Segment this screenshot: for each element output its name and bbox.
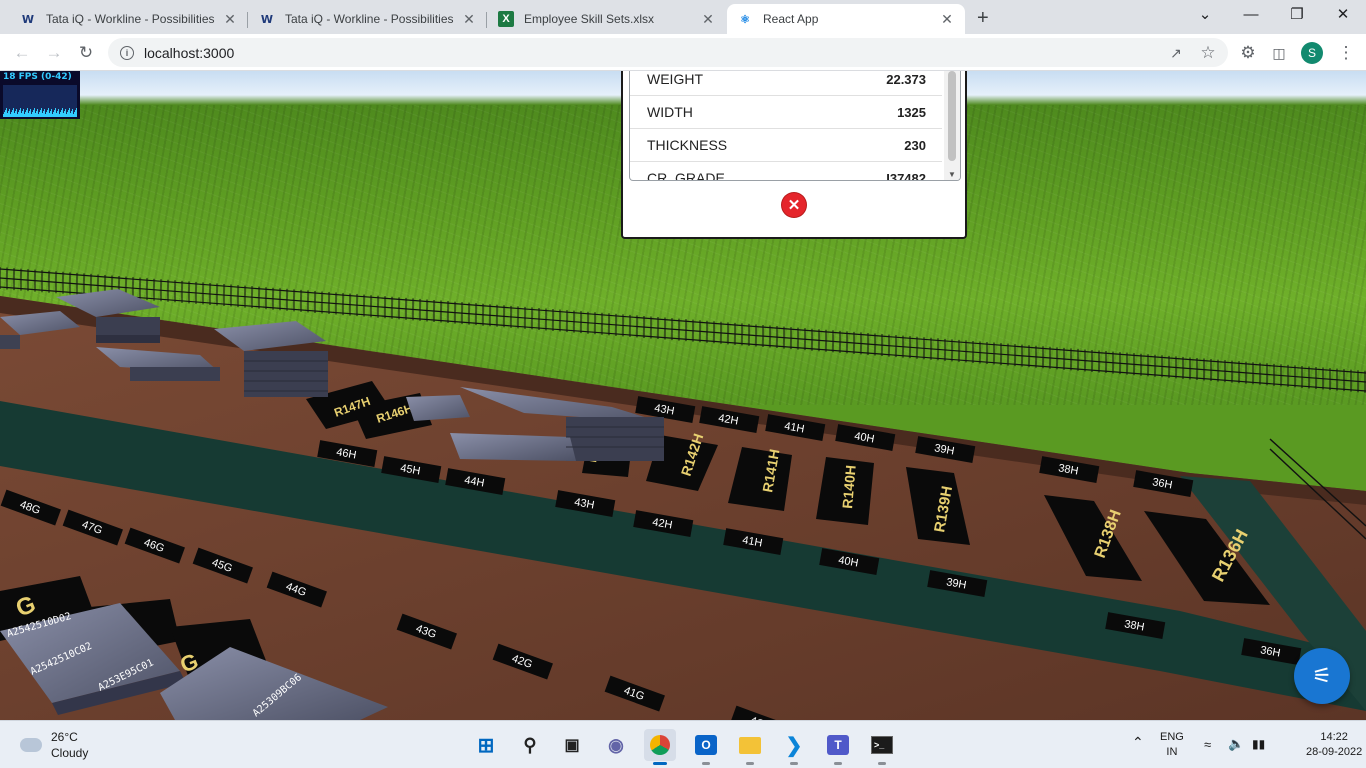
- minimize-button[interactable]: —: [1228, 4, 1274, 28]
- volume-icon[interactable]: 🔈: [1228, 736, 1244, 751]
- info-label: WEIGHT: [647, 71, 703, 87]
- browser-toolbar: ← → ↻ i localhost:3000 ↗ ☆ ⚙ ◫ S ⋮: [0, 34, 1366, 71]
- excel-icon: X: [498, 11, 514, 27]
- side-panel-icon[interactable]: ◫: [1267, 41, 1291, 65]
- share-icon[interactable]: ↗: [1164, 41, 1188, 65]
- tab-title: Tata iQ - Workline - Possibilities l: [46, 12, 216, 26]
- reload-icon[interactable]: ↻: [74, 41, 98, 65]
- workline-icon: W: [260, 12, 274, 26]
- tab-react-app[interactable]: ⚛ React App ✕: [727, 4, 965, 34]
- outlook-icon[interactable]: O: [690, 729, 722, 765]
- tab-search-button[interactable]: ⌄: [1182, 4, 1228, 28]
- browser-tab-strip: W Tata iQ - Workline - Possibilities l ✕…: [0, 0, 1366, 34]
- info-row-weight: WEIGHT 22.373: [630, 71, 942, 96]
- menu-kebab-icon[interactable]: ⋮: [1334, 41, 1358, 65]
- info-row-cr-grade: CR_GRADE I37482: [630, 162, 942, 181]
- tab-title: Employee Skill Sets.xlsx: [524, 12, 655, 26]
- forward-icon[interactable]: →: [42, 41, 66, 65]
- maximize-button[interactable]: ❐: [1274, 4, 1320, 28]
- chat-icon[interactable]: ◉: [600, 729, 632, 761]
- vscode-icon[interactable]: ❯: [778, 729, 810, 765]
- task-view-icon[interactable]: ▣: [556, 729, 588, 761]
- language-line-2: IN: [1166, 746, 1178, 758]
- close-icon[interactable]: ✕: [461, 11, 477, 28]
- workline-icon: W: [21, 12, 35, 26]
- scroll-down-arrow-icon[interactable]: ▼: [948, 170, 956, 179]
- info-label: WIDTH: [647, 104, 693, 120]
- start-icon[interactable]: ⊞: [470, 729, 502, 761]
- language-line-1: ENG: [1160, 731, 1184, 743]
- weather-widget[interactable]: 26°C Cloudy: [20, 729, 88, 761]
- close-icon[interactable]: ✕: [939, 11, 955, 28]
- tab-workline-1[interactable]: W Tata iQ - Workline - Possibilities l ✕: [10, 4, 248, 34]
- bookmark-star-icon[interactable]: ☆: [1196, 41, 1220, 65]
- slab-info-table[interactable]: WEIGHT 22.373 WIDTH 1325 THICKNESS 230 C…: [629, 71, 961, 181]
- clock-time: 14:22: [1320, 731, 1348, 743]
- weather-temp: 26°C: [51, 730, 78, 744]
- window-close-button[interactable]: ✕: [1320, 4, 1366, 28]
- tune-sliders-icon: ⚟: [1312, 663, 1332, 688]
- settings-fab[interactable]: ⚟: [1294, 648, 1350, 704]
- info-value: I37482: [886, 170, 926, 181]
- info-label: THICKNESS: [647, 137, 728, 153]
- info-value: 22.373: [886, 71, 926, 87]
- search-icon[interactable]: ⚲: [514, 729, 546, 761]
- clock[interactable]: 14:22 28-09-2022: [1306, 730, 1362, 760]
- new-tab-button[interactable]: +: [977, 7, 989, 30]
- info-row-width: WIDTH 1325: [630, 96, 942, 129]
- tab-title: React App: [763, 12, 819, 26]
- popup-scrollbar[interactable]: ▼: [944, 71, 960, 180]
- tab-workline-2[interactable]: W Tata iQ - Workline - Possibilities l ✕: [249, 4, 487, 34]
- file-explorer-icon[interactable]: [734, 729, 766, 765]
- show-hidden-icons-chevron-icon[interactable]: ⌃: [1132, 735, 1144, 750]
- fps-bar: [76, 108, 77, 117]
- fps-graph: [3, 85, 77, 117]
- windows-taskbar: 26°C Cloudy ⊞ ⚲ ▣ ◉ O ❯ T >_ ⌃ ENG IN ≈ …: [0, 720, 1366, 768]
- language-indicator[interactable]: ENG IN: [1160, 730, 1184, 760]
- clock-date: 28-09-2022: [1306, 746, 1363, 758]
- address-bar[interactable]: i localhost:3000: [108, 38, 1228, 67]
- wifi-icon[interactable]: ≈: [1204, 737, 1211, 752]
- address-text: localhost:3000: [144, 44, 235, 61]
- profile-avatar[interactable]: S: [1301, 42, 1323, 64]
- tab-title: Tata iQ - Workline - Possibilities l: [285, 12, 455, 26]
- info-label: CR_GRADE: [647, 170, 725, 181]
- three-d-viewport[interactable]: R147H R146H R1 R142H R141H R140H R139H R…: [0, 71, 1366, 720]
- close-icon[interactable]: ✕: [700, 11, 716, 28]
- popup-close-button[interactable]: ✕: [782, 193, 806, 217]
- info-row-thickness: THICKNESS 230: [630, 129, 942, 162]
- battery-icon[interactable]: ▮▮: [1252, 737, 1265, 752]
- info-value: 230: [904, 137, 926, 153]
- chrome-icon[interactable]: [644, 729, 676, 765]
- fps-label: 18 FPS (0-42): [3, 72, 72, 82]
- tab-employee-skill-sets[interactable]: X Employee Skill Sets.xlsx ✕: [488, 4, 726, 34]
- close-icon[interactable]: ✕: [222, 11, 238, 28]
- back-icon[interactable]: ←: [10, 41, 34, 65]
- teams-icon[interactable]: T: [822, 729, 854, 765]
- react-icon: ⚛: [740, 13, 750, 26]
- terminal-icon[interactable]: >_: [866, 729, 898, 765]
- cloud-icon: [20, 738, 42, 752]
- slab-info-popup: WEIGHT 22.373 WIDTH 1325 THICKNESS 230 C…: [621, 71, 967, 239]
- site-info-icon[interactable]: i: [120, 45, 134, 60]
- extensions-icon[interactable]: ⚙: [1236, 41, 1260, 65]
- info-value: 1325: [897, 104, 926, 120]
- weather-condition: Cloudy: [51, 746, 89, 760]
- scrollbar-thumb[interactable]: [948, 71, 956, 161]
- fps-meter: 18 FPS (0-42): [0, 71, 80, 119]
